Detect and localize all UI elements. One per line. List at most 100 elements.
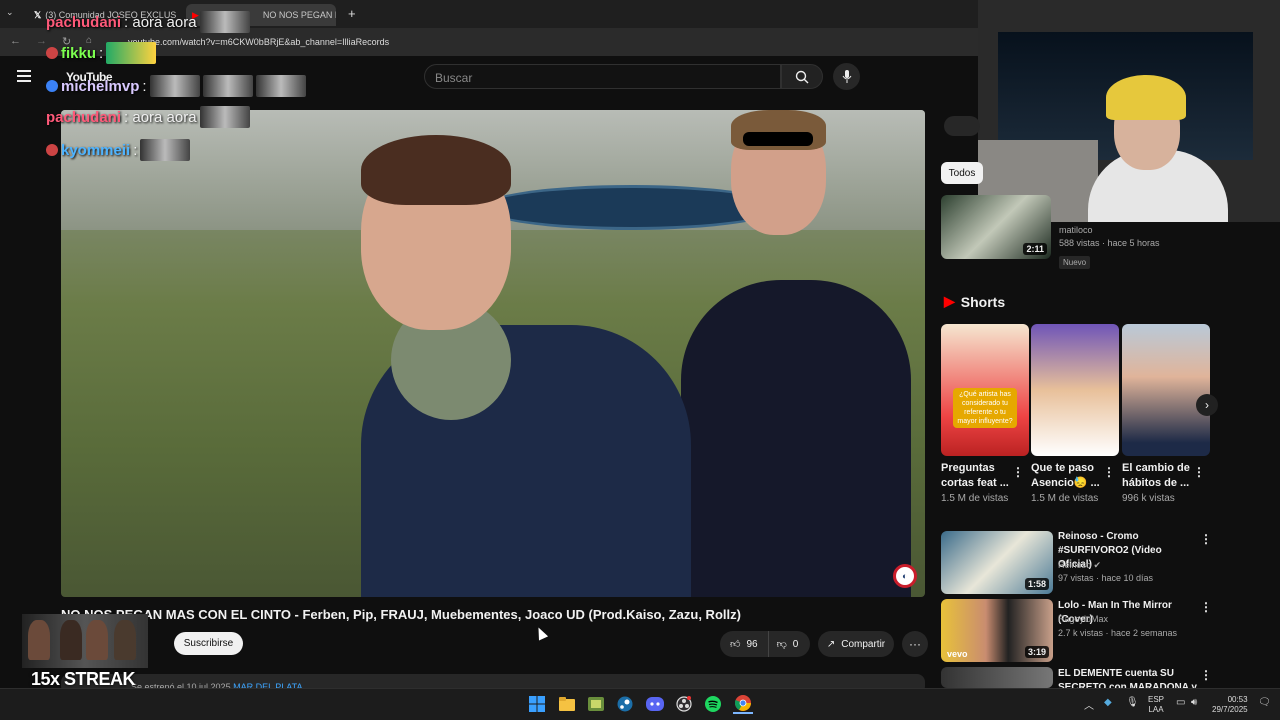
chat-username: michelmvp: [61, 77, 140, 95]
video-title: NO NOS PEGAN MAS CON EL CINTO - Ferben, …: [61, 607, 741, 622]
filter-chip[interactable]: [944, 116, 980, 136]
short-caption: ¿Qué artista has considerado tu referent…: [953, 388, 1017, 428]
chat-text: : aora aora: [124, 13, 197, 31]
video-thumbnail[interactable]: [941, 667, 1053, 688]
vevo-label: vevo: [947, 649, 968, 659]
duration-badge: 2:11: [1023, 243, 1047, 255]
shorts-icon: ▶: [944, 293, 955, 309]
url-field[interactable]: youtube.com/watch?v=m6CKW0bBRjE&ab_chann…: [128, 37, 389, 47]
channel-name[interactable]: matiloco: [1059, 225, 1093, 235]
share-button[interactable]: ↗ Compartir: [818, 631, 894, 657]
video-person-right-body: [681, 280, 911, 597]
dislike-button[interactable]: 👎︎ 0: [769, 631, 807, 657]
tab-label: NO NOS PEGAN MAS CON: [262, 10, 336, 20]
chat-emote: [140, 139, 191, 161]
more-vert-icon[interactable]: ⋮: [1200, 600, 1212, 614]
chevron-right-icon: ›: [1205, 398, 1209, 412]
windows-start-icon[interactable]: [527, 694, 547, 714]
chat-emote: [199, 106, 250, 128]
video-meta: 97 vistas · hace 10 días: [1058, 573, 1154, 583]
microphone-icon: [842, 69, 851, 83]
video-thumbnail[interactable]: 1:58: [941, 531, 1053, 594]
search-button[interactable]: [781, 64, 823, 89]
webcam-feed: [978, 0, 1280, 222]
short-thumbnail[interactable]: [1031, 324, 1119, 456]
notification-icon[interactable]: 🗨︎: [1258, 697, 1271, 708]
chat-badge-icon: [46, 47, 58, 59]
share-arrow-icon: ↗: [826, 638, 836, 650]
video-player[interactable]: ◐: [61, 110, 925, 597]
streak-counter: 15x STREAK: [31, 669, 136, 689]
short-thumbnail[interactable]: ¿Qué artista has considerado tu referent…: [941, 324, 1029, 456]
steam-icon[interactable]: [615, 694, 635, 714]
back-arrow-icon[interactable]: ←: [10, 35, 21, 47]
video-meta: 588 vistas · hace 5 horas: [1059, 238, 1160, 248]
keyboard-layout: LAA: [1148, 705, 1164, 714]
chat-emote: [199, 11, 250, 33]
search-input[interactable]: Buscar: [424, 64, 781, 89]
webcam-streamer-cap: [1106, 75, 1186, 120]
more-vert-icon[interactable]: ⋮: [1200, 668, 1212, 682]
tray-mic-icon[interactable]: 🎙︎: [1126, 697, 1139, 708]
duration-badge: 1:58: [1024, 578, 1049, 590]
video-thumbnail[interactable]: 2:11: [941, 195, 1051, 259]
subscribe-button[interactable]: Suscribirse: [174, 632, 243, 655]
short-views: 1.5 M de vistas: [1031, 493, 1099, 504]
more-actions-button[interactable]: ···: [902, 631, 928, 657]
new-tab-button[interactable]: +: [348, 6, 356, 21]
verified-icon: ✔: [1093, 560, 1102, 570]
next-arrow-button[interactable]: ›: [1196, 394, 1218, 416]
system-clock[interactable]: 00:53 29/7/2025: [1212, 695, 1248, 715]
tray-app-icon[interactable]: ◆: [1104, 697, 1112, 708]
chat-username: pachudani: [46, 13, 122, 31]
chat-text: :: [142, 77, 147, 95]
short-views: 996 k vistas: [1122, 493, 1175, 504]
video-thumbnail[interactable]: vevo 3:19: [941, 599, 1053, 662]
chat-text: : aora aora: [124, 108, 197, 126]
spotify-icon[interactable]: [703, 694, 723, 714]
more-vert-icon[interactable]: ⋮: [1200, 532, 1212, 546]
obs-icon[interactable]: [674, 694, 694, 714]
more-vert-icon[interactable]: ⋮: [1012, 465, 1024, 479]
chip-todos[interactable]: Todos: [941, 162, 983, 184]
short-title[interactable]: Que te paso Asencio😓 ...: [1031, 461, 1101, 491]
file-explorer-icon[interactable]: [557, 694, 577, 714]
mouse-cursor-icon: [533, 625, 549, 641]
more-vert-icon[interactable]: ⋮: [1103, 465, 1115, 479]
channel-name[interactable]: Reinoso ✔: [1058, 560, 1101, 571]
chat-username: fikku: [61, 44, 97, 62]
tab-list-chevron-icon[interactable]: ⌄: [6, 7, 14, 18]
app-icon[interactable]: [586, 694, 606, 714]
like-count: 96: [746, 638, 758, 650]
network-icon[interactable]: ▭: [1176, 697, 1185, 708]
discord-icon[interactable]: [645, 694, 665, 714]
video-person-left-hair: [361, 135, 511, 205]
more-vert-icon[interactable]: ⋮: [1193, 465, 1205, 479]
chat-message: fikku:: [46, 42, 157, 64]
like-dislike-group: 👍︎ 96 👎︎ 0: [720, 631, 810, 657]
short-title[interactable]: El cambio de hábitos de ...: [1122, 461, 1192, 491]
like-button[interactable]: 👍︎ 96: [720, 631, 769, 657]
tray-chevron-up-icon[interactable]: ︿: [1084, 697, 1094, 712]
short-thumbnail[interactable]: [1122, 324, 1210, 456]
chat-emote: [202, 75, 253, 97]
chat-message: pachudani: aora aora: [46, 11, 250, 33]
video-title-link[interactable]: EL DEMENTE cuenta SU SECRETO con MARADON…: [1058, 667, 1198, 688]
shorts-header: ▶ Shorts: [944, 293, 1005, 310]
chrome-icon[interactable]: [733, 694, 753, 714]
chat-badge-icon: [46, 144, 58, 156]
channel-watermark-icon[interactable]: ◐: [893, 564, 917, 588]
channel-name[interactable]: RageyloMax: [1058, 614, 1108, 624]
duration-badge: 3:19: [1024, 646, 1049, 658]
short-title[interactable]: Preguntas cortas feat ...: [941, 461, 1011, 491]
chat-message: pachudani: aora aora: [46, 106, 250, 128]
menu-icon[interactable]: [17, 70, 31, 82]
short-views: 1.5 M de vistas: [941, 493, 1009, 504]
chat-emote: [255, 75, 306, 97]
chat-emote: [106, 42, 157, 64]
volume-icon[interactable]: 🔊︎: [1191, 697, 1197, 708]
language-indicator[interactable]: ESP LAA: [1148, 695, 1164, 715]
voice-search-button[interactable]: [833, 63, 860, 90]
thumbs-up-icon: 👍︎: [730, 639, 741, 650]
chat-username: pachudani: [46, 108, 122, 126]
